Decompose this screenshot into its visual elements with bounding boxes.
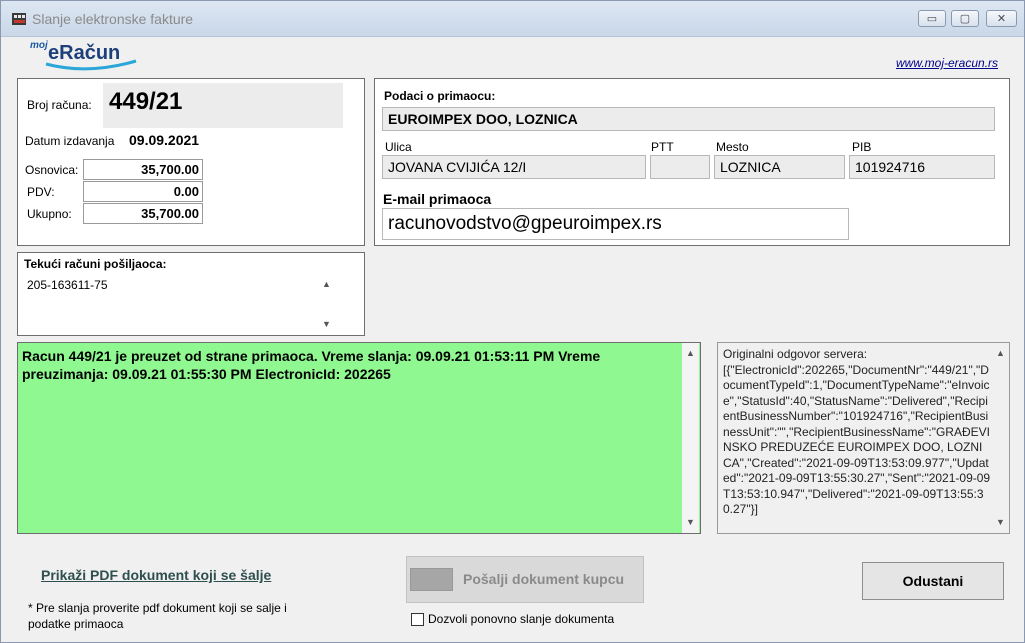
recipient-name-field[interactable]: EUROIMPEX DOO, LOZNICA (382, 107, 995, 131)
base-amount: 35,700.00 (83, 159, 203, 180)
base-label: Osnovica: (25, 163, 79, 177)
accounts-scrollbar[interactable]: ▲ ▼ (318, 275, 335, 333)
title-bar[interactable]: Slanje elektronske fakture ▭ ▢ ✕ (1, 1, 1024, 37)
sender-accounts-list[interactable]: 205-163611-75 (23, 275, 335, 333)
send-button-label: Pošalji dokument kupcu (463, 571, 625, 587)
resend-checkbox[interactable] (411, 612, 424, 626)
scroll-down-icon[interactable]: ▼ (682, 515, 699, 529)
server-scrollbar[interactable]: ▲ ▼ (992, 343, 1009, 533)
window-title: Slanje elektronske fakture (32, 11, 194, 27)
pib-label: PIB (852, 140, 872, 154)
issue-date: 09.09.2021 (129, 132, 200, 148)
send-document-button[interactable]: Pošalji dokument kupcu (406, 556, 644, 603)
scroll-up-icon[interactable]: ▲ (682, 346, 699, 360)
status-message: Racun 449/21 je preuzet od strane primao… (22, 348, 601, 382)
email-label: E-mail primaoca (383, 191, 492, 207)
invoice-number: 449/21 (109, 88, 183, 115)
recipient-section-label: Podaci o primaocu: (384, 89, 496, 103)
website-link[interactable]: www.moj-eracun.rs (896, 56, 998, 70)
sender-accounts-panel: Tekući računi pošiljaoca: 205-163611-75 … (17, 252, 365, 336)
maximize-icon: ▢ (959, 13, 971, 25)
city-field[interactable]: LOZNICA (714, 155, 845, 179)
invoice-panel: Broj računa: 449/21 Datum izdavanja 09.0… (17, 78, 365, 246)
server-response-label: Originalni odgovor servera: (723, 347, 868, 361)
city-label: Mesto (716, 140, 749, 154)
status-message-box[interactable]: Racun 449/21 je preuzet od strane primao… (17, 342, 701, 534)
close-button[interactable]: ✕ (986, 10, 1017, 27)
scroll-down-icon[interactable]: ▼ (318, 317, 335, 331)
sender-account-item[interactable]: 205-163611-75 (27, 278, 108, 292)
vat-amount: 0.00 (83, 181, 203, 202)
total-label: Ukupno: (27, 207, 72, 221)
postal-field[interactable] (650, 155, 710, 179)
client-area: moj eRačun www.moj-eracun.rs Broj računa… (1, 37, 1024, 642)
status-scrollbar[interactable]: ▲ ▼ (682, 343, 699, 533)
eracun-logo: moj eRačun (30, 40, 137, 71)
scroll-down-icon[interactable]: ▼ (992, 515, 1009, 529)
vat-label: PDV: (27, 185, 55, 199)
recipient-panel: Podaci o primaocu: EUROIMPEX DOO, LOZNIC… (374, 78, 1010, 246)
server-response-box[interactable]: Originalni odgovor servera: [{"Electroni… (717, 342, 1010, 534)
email-field[interactable]: racunovodstvo@gpeuroimpex.rs (382, 208, 849, 240)
minimize-button[interactable]: ▭ (918, 10, 946, 27)
issue-date-label: Datum izdavanja (25, 134, 115, 148)
cancel-button[interactable]: Odustani (862, 562, 1004, 600)
main-window: Slanje elektronske fakture ▭ ▢ ✕ moj eRa… (0, 0, 1025, 643)
logo-name: eRačun (48, 42, 120, 64)
sender-accounts-label: Tekući računi pošiljaoca: (24, 257, 167, 271)
logo-prefix: moj (30, 40, 48, 51)
show-pdf-link[interactable]: Prikaži PDF dokument koji se šalje (41, 567, 271, 583)
server-response-text: Originalni odgovor servera: [{"Electroni… (723, 347, 991, 518)
scroll-up-icon[interactable]: ▲ (318, 277, 335, 291)
server-response-body: [{"ElectronicId":202265,"DocumentNr":"44… (723, 362, 991, 517)
invoice-number-label: Broj računa: (27, 98, 92, 112)
street-label: Ulica (385, 140, 412, 154)
total-amount: 35,700.00 (83, 203, 203, 224)
maximize-button[interactable]: ▢ (951, 10, 979, 27)
resend-checkbox-label: Dozvoli ponovno slanje dokumenta (428, 612, 615, 626)
street-field[interactable]: JOVANA CVIJIĆA 12/I (382, 155, 646, 179)
check-note: * Pre slanja proverite pdf dokument koji… (28, 601, 287, 631)
minimize-icon: ▭ (926, 13, 938, 25)
send-button-swatch (410, 568, 453, 591)
resend-option[interactable]: Dozvoli ponovno slanje dokumenta (411, 612, 614, 626)
close-icon: ✕ (996, 13, 1007, 25)
scroll-up-icon[interactable]: ▲ (992, 346, 1009, 360)
postal-label: PTT (651, 140, 674, 154)
app-icon (12, 13, 26, 25)
pib-field[interactable]: 101924716 (849, 155, 995, 179)
